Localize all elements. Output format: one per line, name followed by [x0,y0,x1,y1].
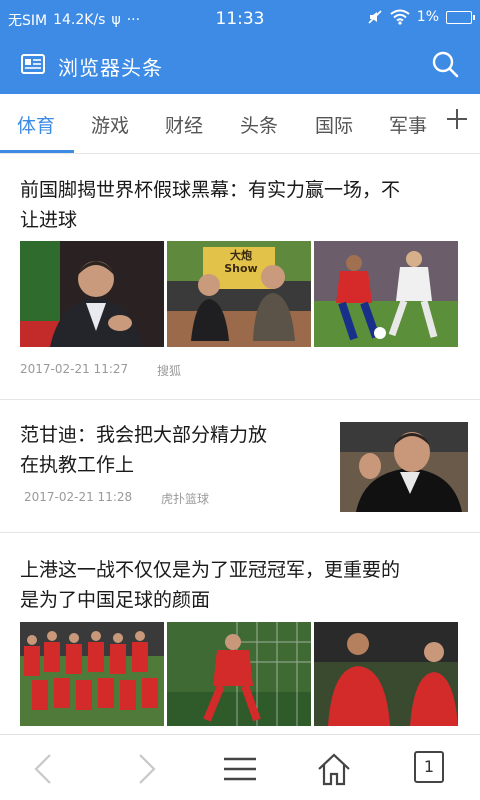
title-line: 前国脚揭世界杯假球黑幕：有实力赢一场，不 [20,179,401,201]
back-icon[interactable] [26,751,62,787]
tv-show-sign: 大炮 Show [224,249,258,275]
news-item-2[interactable]: 范甘迪：我会把大部分精力放 在执教工作上 2017-02-21 11:28 虎扑… [0,400,480,532]
article-thumbnail [167,622,311,726]
menu-icon[interactable] [222,751,258,787]
status-right: 1% [367,9,475,25]
news-icon [21,54,45,74]
page-title: 浏览器头条 [58,56,163,80]
news-item-3[interactable]: 上港这一战不仅仅是为了亚冠冠军，更重要的 是为了中国足球的颜面 [0,533,480,733]
article-thumbnail [20,241,164,347]
article-source: 虎扑篮球 [161,492,210,506]
title-line: 范甘迪：我会把大部分精力放 [20,424,268,446]
article-thumbnail [20,622,164,726]
tab-international[interactable]: 国际 [315,111,353,138]
forward-icon[interactable] [128,751,164,787]
app-header: 浏览器头条 [0,38,480,94]
add-channel-icon[interactable] [444,106,470,132]
tab-games[interactable]: 游戏 [91,111,129,138]
article-date: 2017-02-21 11:27 [20,362,129,376]
tab-finance[interactable]: 财经 [165,111,203,138]
battery-icon [446,10,475,24]
article-source: 搜狐 [157,364,182,378]
article-date: 2017-02-21 11:28 [24,490,133,504]
article-title: 上港这一战不仅仅是为了亚冠冠军，更重要的 是为了中国足球的颜面 [20,555,400,615]
active-tab-indicator [0,150,74,153]
mute-icon [368,10,382,24]
search-icon[interactable] [430,49,460,79]
tab-count: 1 [423,757,435,776]
tab-military[interactable]: 军事 [389,111,427,138]
home-icon[interactable] [316,751,352,787]
title-line: 让进球 [20,209,78,231]
category-tabs: 体育 游戏 财经 头条 国际 军事 [0,94,480,154]
tab-headlines[interactable]: 头条 [240,111,278,138]
article-title: 范甘迪：我会把大部分精力放 在执教工作上 [20,420,267,480]
news-item-1[interactable]: 前国脚揭世界杯假球黑幕：有实力赢一场，不 让进球 大炮 Show 2017-02… [0,155,480,399]
bottom-nav: 1 [0,734,480,800]
title-line: 在执教工作上 [20,454,135,476]
article-thumbnail [314,622,458,726]
wifi-icon [390,9,410,25]
battery-percent: 1% [416,9,439,25]
title-line: 是为了中国足球的颜面 [20,589,211,611]
article-title: 前国脚揭世界杯假球黑幕：有实力赢一场，不 让进球 [20,175,400,235]
status-bar: 无SIM 14.2K/s ψ ··· 11:33 1% [0,0,480,38]
article-thumbnail [314,241,458,347]
article-thumbnail [340,422,468,512]
article-thumbnail: 大炮 Show [167,241,311,347]
tabs-count-button[interactable]: 1 [414,751,444,783]
tab-sports[interactable]: 体育 [17,111,55,138]
title-line: 上港这一战不仅仅是为了亚冠冠军，更重要的 [20,559,401,581]
